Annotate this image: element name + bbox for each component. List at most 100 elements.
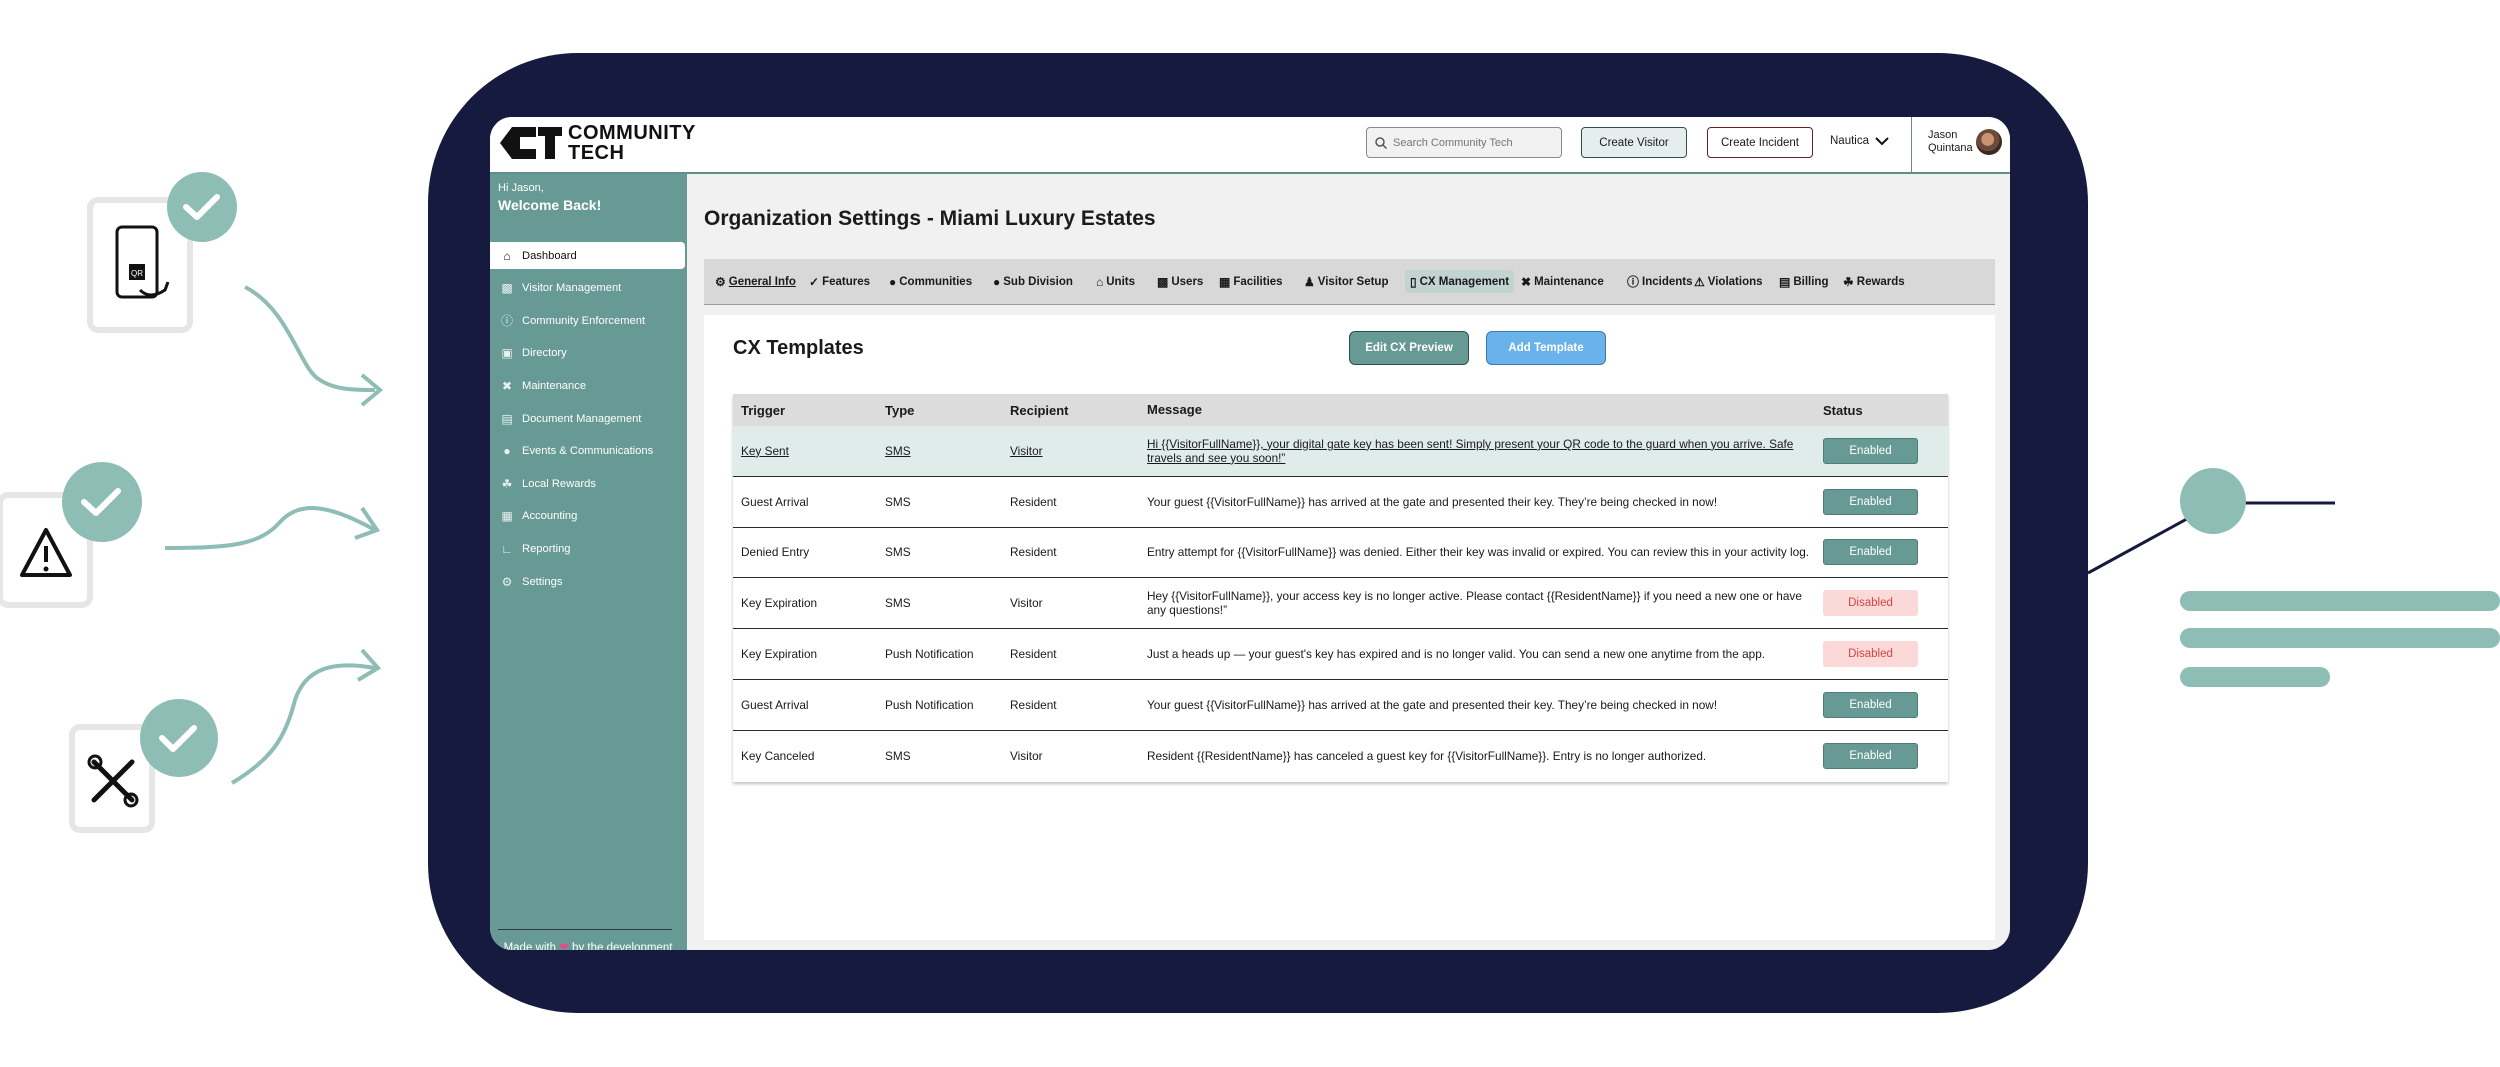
tab-cx-management[interactable]: ▯ CX Management [1405,270,1515,293]
status-badge[interactable]: Enabled [1823,691,1918,718]
column-header-type[interactable]: Type [885,403,1010,418]
cx-templates-panel: CX Templates Edit CX Preview Add Templat… [704,315,1995,940]
gear-icon: ⚙ [501,574,513,589]
sidebar-item-label: Accounting [522,510,578,523]
rewards-icon: ☘ [501,476,513,491]
status-badge[interactable]: Enabled [1823,539,1918,566]
column-header-recipient[interactable]: Recipient [1010,403,1147,418]
sidebar-item-maintenance[interactable]: ✖ Maintenance [490,370,687,403]
cell-type: SMS [885,494,911,509]
tools-icon: ✖ [1521,274,1532,289]
footer-pre-text: Made with [503,942,556,950]
tab-general-info[interactable]: ⚙ General Info [715,270,796,293]
sidebar-item-settings[interactable]: ⚙ Settings [490,565,687,598]
cell-message: Hey {{VisitorFullName}}, your access key… [1147,589,1802,618]
search-input[interactable] [1391,135,1555,150]
sidebar-item-directory[interactable]: ▣ Directory [490,337,687,370]
tab-violations[interactable]: ⚠ Violations [1694,270,1763,293]
accounting-icon: ▦ [501,509,513,524]
create-incident-button[interactable]: Create Incident [1707,127,1813,158]
logo-line-1: COMMUNITY [568,122,696,144]
tab-users[interactable]: ▩ Users [1157,270,1203,293]
sidebar-item-accounting[interactable]: ▦ Accounting [490,500,687,533]
sidebar-item-dashboard[interactable]: ⌂ Dashboard [490,242,685,269]
sidebar-item-community-enforcement[interactable]: ⓘ Community Enforcement [490,305,687,338]
divider [1911,117,1912,174]
home-icon: ⌂ [1096,274,1104,289]
community-select-value: Nautica [1830,135,1869,147]
sidebar-item-label: Events & Communications [522,445,654,458]
table-row[interactable]: Guest Arrival Push Notification Resident… [733,679,1948,731]
cell-trigger: Guest Arrival [741,494,809,509]
tab-visitor-setup[interactable]: ♟ Visitor Setup [1304,270,1388,293]
user-card-icon: ▩ [1157,274,1169,289]
gear-icon: ⚙ [715,274,726,289]
cell-trigger: Key Expiration [741,647,818,662]
tab-label: Rewards [1856,275,1905,288]
cell-type: Push Notification [885,647,974,662]
sidebar-item-document-management[interactable]: ▤ Document Management [490,402,687,435]
tab-communities[interactable]: ● Communities [889,270,972,293]
cell-trigger: Denied Entry [741,545,810,560]
edit-cx-preview-button[interactable]: Edit CX Preview [1349,331,1469,365]
cell-recipient: Visitor [1010,749,1043,764]
qr-label: QR [131,269,143,278]
community-select[interactable]: Nautica [1830,135,1889,147]
tab-units[interactable]: ⌂ Units [1096,270,1135,293]
status-badge[interactable]: Enabled [1823,488,1918,515]
events-icon: ● [503,444,511,459]
cell-recipient: Resident [1010,697,1057,712]
document-icon: ▤ [501,411,513,426]
text-line-placeholder [2180,667,2330,687]
tab-facilities[interactable]: ▦ Facilities [1219,270,1283,293]
cell-message: Your guest {{VisitorFullName}} has arriv… [1147,697,1718,712]
phone-icon: ▯ [1410,274,1417,289]
check-icon: ✓ [809,274,820,289]
status-badge[interactable]: Enabled [1823,743,1918,770]
tab-features[interactable]: ✓ Features [809,270,870,293]
tab-label: Visitor Setup [1317,275,1389,288]
warning-icon [20,528,72,577]
welcome-text: Welcome Back! [498,197,602,213]
dot-icon [2180,468,2246,534]
tab-billing[interactable]: ▤ Billing [1779,270,1828,293]
status-badge[interactable]: Disabled [1823,590,1918,617]
top-bar: COMMUNITY TECH Create Visitor Create Inc… [490,117,2010,174]
tab-incidents[interactable]: ⓘ Incidents [1627,270,1693,293]
column-header-status[interactable]: Status [1817,403,1948,418]
text-line-placeholder [2180,591,2500,611]
column-header-message[interactable]: Message [1147,403,1817,417]
table-row[interactable]: Key Sent SMS Visitor Hi {{VisitorFullNam… [733,426,1948,477]
sidebar-item-label: Settings [522,575,563,588]
building-icon: ▦ [1219,274,1231,289]
create-visitor-button[interactable]: Create Visitor [1581,127,1687,158]
search-box[interactable] [1366,127,1562,158]
user-name[interactable]: Jason Quintana [1928,129,1978,155]
cell-message: Hi {{VisitorFullName}}, your digital gat… [1147,436,1794,465]
sidebar: Hi Jason, Welcome Back! ⌂ Dashboard ▩ Visi… [490,174,687,950]
heart-icon: ❤ [559,942,569,950]
table-row[interactable]: Key Expiration SMS Visitor Hey {{Visitor… [733,578,1948,630]
tab-maintenance[interactable]: ✖ Maintenance [1521,270,1604,293]
table-row[interactable]: Denied Entry SMS Resident Entry attempt … [733,527,1948,579]
cell-type: SMS [885,596,911,611]
add-template-button[interactable]: Add Template [1486,331,1606,365]
group-icon: ● [993,274,1001,289]
sidebar-footer: Made with ❤ by the development team at C… [498,941,678,950]
table-row[interactable]: Key Expiration Push Notification Residen… [733,629,1948,680]
status-badge[interactable]: Enabled [1823,437,1918,464]
sidebar-item-reporting[interactable]: ∟ Reporting [490,533,687,566]
table-row[interactable]: Key Canceled SMS Visitor Resident {{Resi… [733,730,1948,782]
table-row[interactable]: Guest Arrival SMS Resident Your guest {{… [733,476,1948,528]
tools-icon: ✖ [501,379,513,394]
logo[interactable]: COMMUNITY TECH [498,123,696,163]
home-icon: ⌂ [503,248,511,263]
sidebar-item-events-communications[interactable]: ● Events & Communications [490,435,687,468]
column-header-trigger[interactable]: Trigger [733,403,885,418]
sidebar-item-local-rewards[interactable]: ☘ Local Rewards [490,468,687,501]
tab-sub-division[interactable]: ● Sub Division [993,270,1073,293]
status-badge[interactable]: Disabled [1823,641,1918,668]
avatar[interactable] [1976,129,2002,155]
sidebar-item-visitor-management[interactable]: ▩ Visitor Management [490,272,687,305]
tab-rewards[interactable]: ☘ Rewards [1843,270,1905,293]
